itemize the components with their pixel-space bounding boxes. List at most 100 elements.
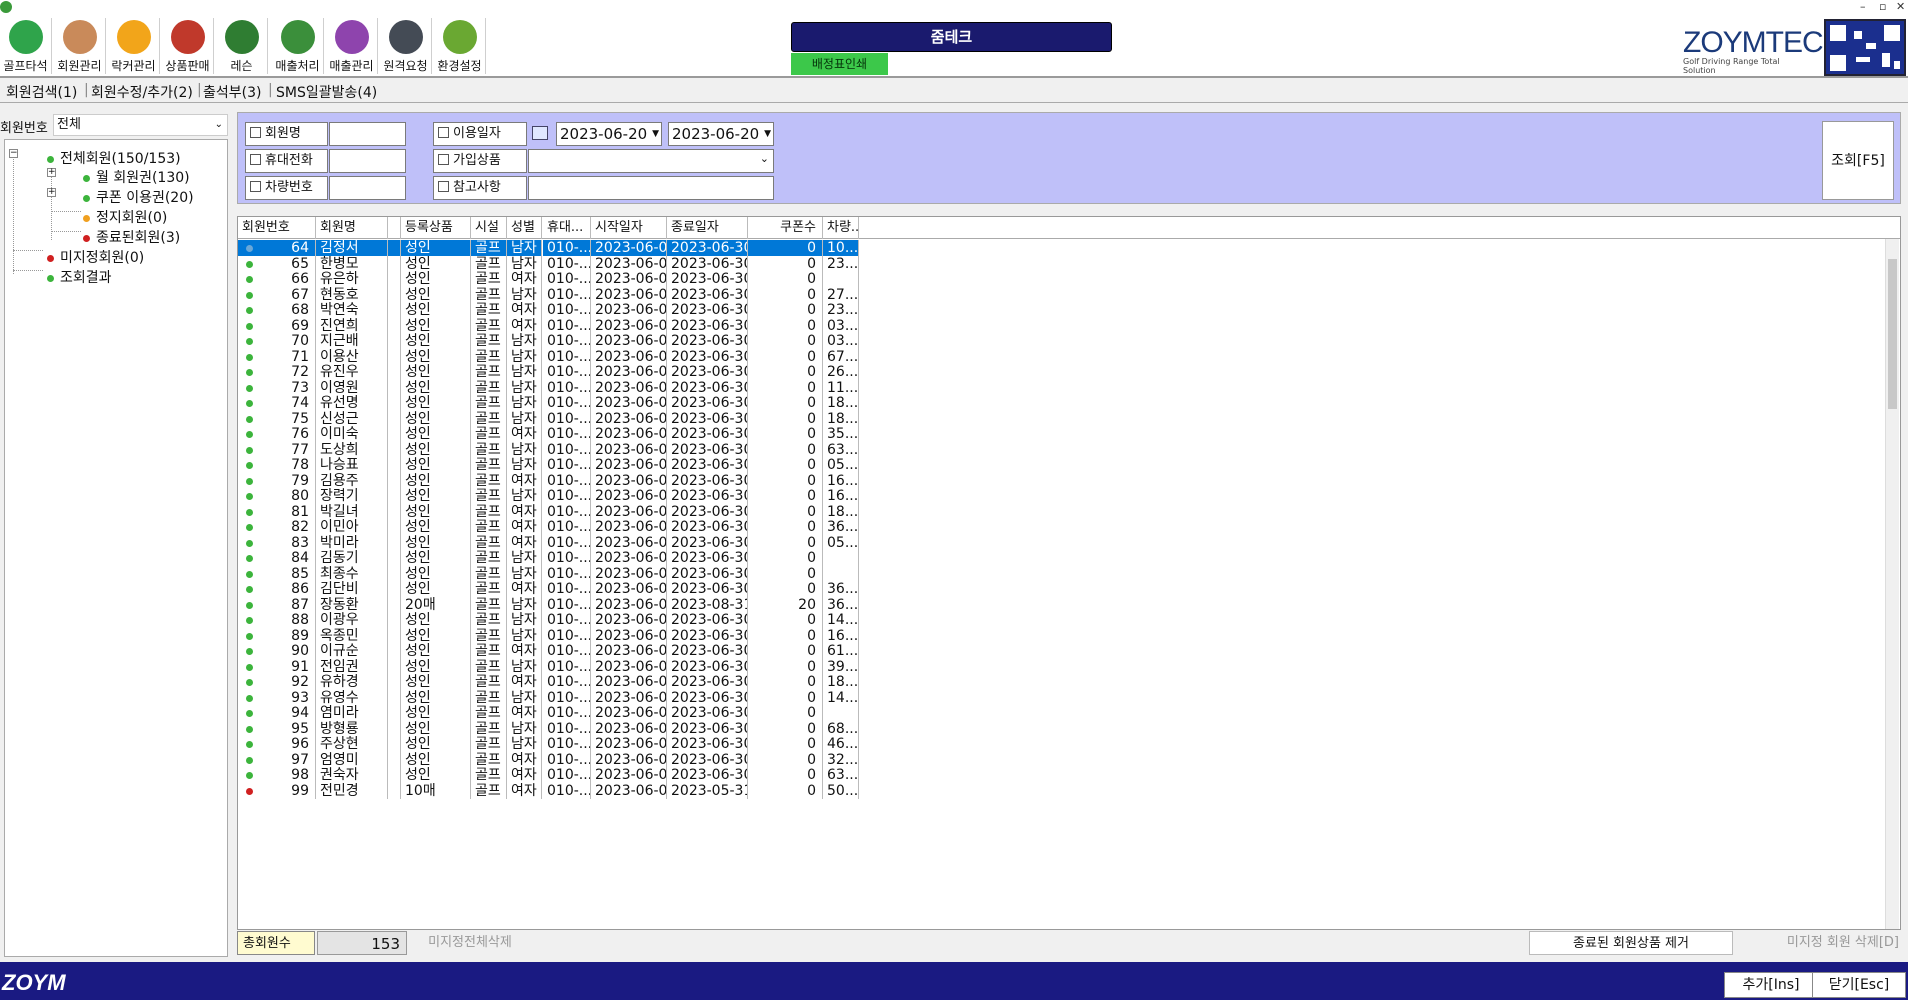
tab-attendance[interactable]: 출석부(3) [203,82,261,102]
minimize-button[interactable]: – [1860,0,1866,13]
toolbar-button-7[interactable]: 원격요청 [380,18,432,74]
column-header[interactable]: 성별 [507,217,542,239]
table-row[interactable]: 78나승표성인골프남자010-...2023-06-012023-06-3000… [238,457,928,473]
table-row[interactable]: 98권숙자성인골프여자010-...2023-06-012023-06-3006… [238,767,928,783]
close-button[interactable]: ✕ [1896,0,1905,13]
table-row[interactable]: 66유은하성인골프여자010-...2023-06-012023-06-300 [238,271,928,287]
column-header[interactable]: 시작일자 [591,217,667,239]
table-row[interactable]: 65한병모성인골프남자010-...2023-06-012023-06-3002… [238,255,928,272]
table-row[interactable]: 64김정서성인골프남자010-...2023-06-012023-06-3001… [238,240,928,256]
table-row[interactable]: 70지근배성인골프남자010-...2023-06-012023-06-3000… [238,333,928,349]
search-button[interactable]: 조회[F5] [1822,121,1894,200]
tree-item[interactable]: 종료된회원(3) [83,227,180,247]
table-row[interactable]: 91전임권성인골프남자010-...2023-06-012023-06-3003… [238,658,928,675]
tree-item[interactable]: 전체회원(150/153) [47,148,181,168]
table-row[interactable]: 88이광우성인골프남자010-...2023-06-012023-06-3001… [238,612,928,628]
car-no-input[interactable] [329,176,406,200]
table-row[interactable]: 96주상현성인골프남자010-...2023-06-012023-06-3004… [238,736,928,752]
table-row[interactable]: 90이규순성인골프여자010-...2023-06-012023-06-3006… [238,643,928,659]
car-no-checkbox[interactable]: 차량번호 [245,176,328,200]
table-row[interactable]: 81박길녀성인골프여자010-...2023-06-012023-06-3001… [238,503,928,520]
table-row[interactable]: 86김단비성인골프여자010-...2023-06-012023-06-3003… [238,581,928,597]
column-header[interactable]: 회원번호 [238,217,316,239]
table-row[interactable]: 68박연숙성인골프여자010-...2023-06-012023-06-3002… [238,302,928,318]
table-row[interactable]: 99전민경10매골프여자010-...2023-06-012023-05-310… [238,782,928,799]
expand-icon[interactable]: + [47,168,56,177]
tree-item[interactable]: 정지회원(0) [83,207,167,227]
table-row[interactable]: 92유하경성인골프여자010-...2023-06-012023-06-3001… [238,674,928,690]
toolbar-button-3[interactable]: 상품판매 [162,18,214,74]
expand-icon[interactable]: + [47,188,56,197]
column-header[interactable]: 휴대... [543,217,591,239]
table-row[interactable]: 71이용산성인골프남자010-...2023-06-012023-06-3006… [238,348,928,365]
toolbar-button-4[interactable]: 레슨 [216,18,268,74]
scrollbar-thumb[interactable] [1888,259,1897,409]
member-name-input[interactable] [329,122,406,146]
table-cell: 0 [748,302,823,318]
note-checkbox[interactable]: 참고사항 [433,176,527,200]
product-select[interactable]: ⌄ [528,149,774,173]
table-row[interactable]: 87장동환20매골프남자010-...2023-06-012023-08-312… [238,596,928,613]
use-date-checkbox[interactable]: 이용일자 [433,122,527,146]
toolbar-button-5[interactable]: 매출처리 [272,18,324,74]
column-header[interactable]: 쿠폰수 [748,217,823,239]
date-to-picker[interactable]: 2023-06-20 ▼ [668,122,774,146]
table-row[interactable]: 80장력기성인골프남자010-...2023-06-012023-06-3001… [238,488,928,504]
toolbar-button-8[interactable]: 환경설정 [434,18,486,74]
tree-item[interactable]: 미지정회원(0) [47,247,144,267]
product-checkbox[interactable]: 가입상품 [433,149,527,173]
collapse-icon[interactable]: − [9,149,18,158]
close-window-button[interactable]: 닫기[Esc] [1812,972,1906,998]
table-cell: 남자 [507,488,542,504]
tab-member-search[interactable]: 회원검색(1) [6,82,77,102]
column-header[interactable]: 종료일자 [667,217,748,239]
column-header[interactable]: 회원명 [316,217,388,239]
table-row[interactable]: 89옥종민성인골프남자010-...2023-06-012023-06-3001… [238,627,928,644]
delete-unassigned-button[interactable]: 미지정전체삭제 [410,931,530,955]
table-row[interactable]: 76이미숙성인골프여자010-...2023-06-012023-06-3003… [238,426,928,442]
table-row[interactable]: 79김용주성인골프여자010-...2023-06-012023-06-3001… [238,472,928,489]
add-button[interactable]: 추가[Ins] [1724,972,1818,998]
table-cell-spacer [388,302,401,318]
toolbar-button-2[interactable]: 락커관리 [108,18,160,74]
date-from-picker[interactable]: 2023-06-20 ▼ [556,122,662,146]
delete-unassigned-member-button[interactable]: 미지정 회원 삭제[D] [1741,931,1899,955]
table-row[interactable]: 74유선명성인골프남자010-...2023-06-012023-06-3001… [238,395,928,411]
tree-item[interactable]: 쿠폰 이용권(20) [83,187,194,207]
table-row[interactable]: 67현동호성인골프남자010-...2023-06-012023-06-3002… [238,286,928,303]
note-input[interactable] [528,176,774,200]
tree-item[interactable]: 월 회원권(130) [83,167,190,187]
table-row[interactable]: 72유진우성인골프남자010-...2023-06-012023-06-3002… [238,364,928,380]
table-row[interactable]: 75신성근성인골프남자010-...2023-06-012023-06-3001… [238,410,928,427]
toolbar-button-0[interactable]: 골프타석 [0,18,52,74]
tab-sms[interactable]: SMS일괄발송(4) [276,82,377,102]
vertical-scrollbar[interactable] [1885,239,1899,929]
member-name-checkbox[interactable]: 회원명 [245,122,328,146]
table-row[interactable]: 85최종수성인골프남자010-...2023-06-012023-06-300 [238,565,928,582]
table-row[interactable]: 93유영수성인골프남자010-...2023-06-012023-06-3001… [238,689,928,706]
tab-member-edit[interactable]: 회원수정/추가(2) [91,82,193,102]
mobile-checkbox[interactable]: 휴대전화 [245,149,328,173]
column-header[interactable]: 차량... [823,217,859,239]
column-header[interactable]: 시설 [471,217,507,239]
table-row[interactable]: 82이민아성인골프여자010-...2023-06-012023-06-3003… [238,519,928,535]
member-filter-select[interactable]: 전체 ⌄ [53,114,228,136]
table-cell: 성인 [401,457,471,473]
mobile-input[interactable] [329,149,406,173]
table-row[interactable]: 73이영원성인골프남자010-...2023-06-012023-06-3001… [238,379,928,396]
print-assignment-button[interactable]: 배정표인쇄 [791,53,888,75]
toolbar-button-6[interactable]: 매출관리 [326,18,378,74]
table-row[interactable]: 77도상희성인골프남자010-...2023-06-012023-06-3006… [238,441,928,458]
column-header[interactable]: 등록상품 [401,217,471,239]
table-row[interactable]: 94염미라성인골프여자010-...2023-06-012023-06-300 [238,705,928,721]
table-row[interactable]: 83박미라성인골프여자010-...2023-06-012023-06-3000… [238,534,928,551]
table-row[interactable]: 69진연희성인골프여자010-...2023-06-012023-06-3000… [238,317,928,334]
calendar-icon[interactable] [532,126,548,140]
table-row[interactable]: 84김동기성인골프남자010-...2023-06-012023-06-300 [238,550,928,566]
restore-button[interactable]: ▫ [1879,0,1886,13]
table-row[interactable]: 95방형룡성인골프남자010-...2023-06-012023-06-3006… [238,720,928,737]
toolbar-button-1[interactable]: 회원관리 [54,18,106,74]
table-row[interactable]: 97엄영미성인골프여자010-...2023-06-012023-06-3003… [238,751,928,768]
remove-expired-products-button[interactable]: 종료된 회원상품 제거 [1529,931,1733,955]
tree-item[interactable]: 조회결과 [47,267,112,287]
